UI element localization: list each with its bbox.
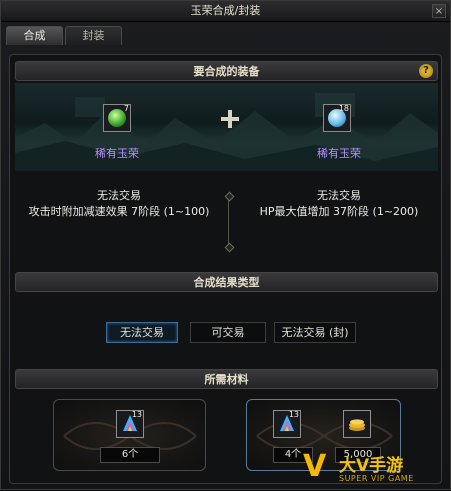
material-right-count: 13 (288, 410, 299, 419)
watermark-subtitle: SUPER VIP GAME (339, 474, 414, 483)
gold-coins-icon (349, 419, 365, 431)
materials-header: 所需材料 (15, 369, 438, 389)
close-button[interactable]: × (432, 4, 446, 18)
left-equipment-description: 无法交易 攻击时附加减速效果 7阶段 (1~100) (19, 188, 219, 220)
right-equipment-slot[interactable]: 18 (323, 104, 351, 132)
title-bar[interactable]: 玉荣合成/封装 × (1, 1, 450, 22)
required-equipment-header: 要合成的装备 ? (15, 61, 438, 81)
window-title: 玉荣合成/封装 (190, 4, 261, 17)
option-untradeable[interactable]: 无法交易 (106, 322, 178, 343)
material-slot-left[interactable]: 13 (116, 410, 144, 438)
material-left-count: 13 (131, 410, 142, 419)
cross-plus-icon (220, 109, 240, 129)
v-logo-icon: V (303, 449, 327, 484)
material-option-left[interactable]: 13 6个 (53, 399, 206, 471)
left-effect-text: 攻击时附加减速效果 7阶段 (1~100) (28, 205, 210, 218)
right-equipment-description: 无法交易 HP最大值增加 37阶段 (1~200) (239, 188, 439, 220)
required-equipment-title: 要合成的装备 (193, 65, 260, 78)
left-equipment-slot[interactable]: 7 (103, 104, 131, 132)
right-equipment-name: 稀有玉荣 (317, 147, 361, 160)
left-equipment-name: 稀有玉荣 (95, 147, 139, 160)
right-trade-status: 无法交易 (317, 189, 361, 202)
option-untradeable-sealed[interactable]: 无法交易 (封) (274, 322, 356, 343)
right-slot-count: 18 (338, 104, 349, 113)
material-slot-right[interactable]: 13 (273, 410, 301, 438)
material-left-quantity: 6个 (100, 447, 160, 463)
tab-seal[interactable]: 封装 (65, 26, 122, 45)
materials-title: 所需材料 (204, 373, 249, 386)
watermark-logo: V 大V手游 SUPER VIP GAME (301, 447, 451, 491)
result-type-title: 合成结果类型 (193, 276, 260, 289)
right-effect-text: HP最大值增加 37阶段 (1~200) (259, 205, 419, 218)
jade-synthesis-window: 玉荣合成/封装 × 合成 封装 要合成的装备 ? 7 稀有玉荣 18 稀有玉荣 … (0, 0, 451, 490)
left-trade-status: 无法交易 (97, 189, 141, 202)
divider-line (228, 197, 229, 247)
tab-bar: 合成 封装 (1, 23, 450, 45)
help-icon[interactable]: ? (419, 64, 433, 78)
tab-synthesis[interactable]: 合成 (6, 26, 63, 45)
gold-slot[interactable] (343, 410, 371, 438)
result-type-header: 合成结果类型 (15, 272, 438, 292)
option-tradeable[interactable]: 可交易 (190, 322, 266, 343)
left-slot-count: 7 (123, 104, 129, 113)
watermark-brand: 大V手游 (339, 456, 404, 476)
